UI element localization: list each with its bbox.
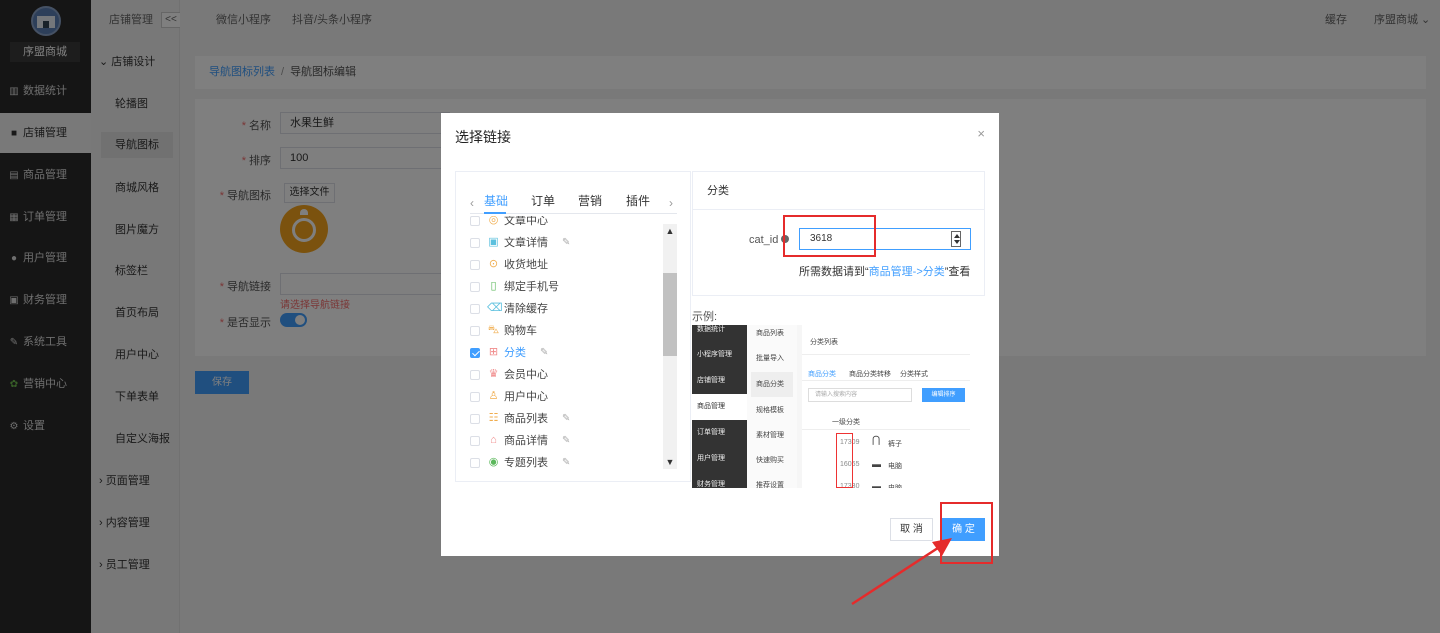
- tab-order[interactable]: 订单: [531, 192, 555, 209]
- example-side-item: 订单管理: [697, 429, 725, 436]
- scroll-up-icon[interactable]: ▲: [663, 224, 677, 238]
- checkbox[interactable]: [470, 414, 480, 424]
- example-tab: 分类样式: [900, 371, 928, 378]
- category-icon: ⊞: [488, 346, 499, 358]
- edit-icon[interactable]: ✎: [562, 232, 570, 254]
- topic-icon: ◉: [488, 456, 499, 468]
- checkbox[interactable]: [470, 260, 480, 270]
- example-highlight-box: [836, 433, 853, 488]
- example-side-item: 商品管理: [692, 394, 747, 420]
- checkbox[interactable]: [470, 216, 480, 226]
- user-icon: ♙: [488, 390, 499, 402]
- article-detail-icon: ▣: [488, 236, 499, 248]
- example-main: 分类列表 商品分类 商品分类转移 分类样式 请输入搜索内容 编辑排序 一级分类 …: [802, 325, 970, 488]
- example-submenu: 商品列表 批量导入 商品分类 规格模板 素材管理 快速购买 推荐设置: [747, 325, 797, 488]
- example-sub-item: 商品分类: [751, 372, 793, 397]
- chevron-right-icon[interactable]: ›: [669, 196, 673, 210]
- example-row-name: 电脑: [888, 483, 902, 488]
- goods-category-link[interactable]: 商品管理->分类: [869, 266, 945, 278]
- chevron-left-icon[interactable]: ‹: [470, 196, 474, 210]
- example-label: 示例:: [692, 311, 718, 323]
- example-title: 分类列表: [810, 339, 838, 346]
- select-link-dialog: 选择链接 × ‹ 基础 订单 营销 插件 › ◎ 文章中心 ▣ 文章详情 ✎ ⊙ 收货地…: [441, 113, 999, 556]
- edit-icon[interactable]: ✎: [540, 342, 548, 364]
- example-search: 请输入搜索内容: [808, 388, 912, 402]
- checkbox[interactable]: [470, 326, 480, 336]
- list-icon: ☷: [488, 412, 499, 424]
- article-icon: ◎: [488, 216, 499, 226]
- checkbox[interactable]: [470, 392, 480, 402]
- example-preview-image: 数据统计 小程序管理 店铺管理 商品管理 订单管理 用户管理 财务管理 商品列表…: [692, 325, 970, 488]
- example-sub-item: 素材管理: [756, 432, 784, 439]
- param-panel-title: 分类: [693, 172, 984, 210]
- example-side-item: 小程序管理: [697, 351, 732, 358]
- example-side-item: 用户管理: [697, 455, 725, 462]
- checkbox-checked[interactable]: [470, 348, 480, 358]
- location-icon: ⊙: [488, 258, 499, 270]
- goods-detail-icon: ⌂: [490, 434, 497, 446]
- edit-icon[interactable]: ✎: [562, 408, 570, 430]
- example-sub-item: 商品列表: [756, 330, 784, 337]
- pants-icon: ⋂: [872, 435, 881, 446]
- active-tab-indicator: [484, 212, 506, 214]
- computer-icon: ▬: [872, 459, 881, 469]
- tab-plugin[interactable]: 插件: [626, 192, 650, 209]
- example-side-item: 数据统计: [697, 326, 725, 333]
- example-sub-item: 批量导入: [756, 355, 784, 362]
- example-tab: 商品分类转移: [849, 371, 891, 378]
- example-divider: [802, 429, 970, 430]
- example-edit-sort-button: 编辑排序: [922, 388, 965, 402]
- tab-marketing[interactable]: 营销: [578, 192, 602, 209]
- example-sidebar: 数据统计 小程序管理 店铺管理 商品管理 订单管理 用户管理 财务管理: [692, 325, 747, 488]
- example-row-name: 裤子: [888, 441, 902, 448]
- close-icon[interactable]: ×: [977, 126, 985, 141]
- tree-scrollbar-thumb[interactable]: [663, 273, 677, 356]
- example-divider: [802, 380, 970, 381]
- example-row-name: 电脑: [888, 463, 902, 470]
- cart-icon: ⛍: [487, 324, 500, 336]
- example-side-item: 店铺管理: [697, 377, 725, 384]
- crown-icon: ♛: [488, 368, 499, 380]
- checkbox[interactable]: [470, 238, 480, 248]
- checkbox[interactable]: [470, 458, 480, 468]
- example-tab: 商品分类: [808, 371, 836, 378]
- number-spinner[interactable]: [951, 231, 961, 247]
- tab-basic[interactable]: 基础: [484, 192, 508, 209]
- dialog-title: 选择链接: [455, 129, 511, 145]
- example-level-one: 一级分类: [832, 419, 860, 426]
- annotation-arrow: [851, 538, 952, 606]
- example-divider: [802, 354, 970, 355]
- example-sub-item: 推荐设置: [756, 482, 784, 488]
- checkbox[interactable]: [470, 304, 480, 314]
- edit-icon[interactable]: ✎: [562, 430, 570, 452]
- clear-icon: ⌫: [487, 302, 503, 314]
- example-sub-item: 快速购买: [756, 457, 784, 464]
- edit-icon[interactable]: ✎: [562, 452, 570, 469]
- param-hint: 所需数据请到“商品管理->分类”查看: [799, 266, 971, 278]
- checkbox[interactable]: [470, 370, 480, 380]
- computer-icon: ▬: [872, 481, 881, 488]
- checkbox[interactable]: [470, 282, 480, 292]
- link-tree-list: ◎ 文章中心 ▣ 文章详情 ✎ ⊙ 收货地址 ▯ 绑定手机号 ⌫ 清除缓存 ⛍ 购物车 ⊞ 分类…: [470, 216, 677, 469]
- checkbox[interactable]: [470, 436, 480, 446]
- example-sub-item: 规格模板: [756, 407, 784, 414]
- example-side-item: 财务管理: [697, 481, 725, 488]
- phone-icon: ▯: [490, 280, 497, 292]
- scroll-down-icon[interactable]: ▼: [663, 455, 677, 469]
- link-tree-panel: ‹ 基础 订单 营销 插件 › ◎ 文章中心 ▣ 文章详情 ✎ ⊙ 收货地址 ▯ 绑定手机…: [455, 171, 691, 482]
- annotation-box-cat-id: [783, 215, 876, 257]
